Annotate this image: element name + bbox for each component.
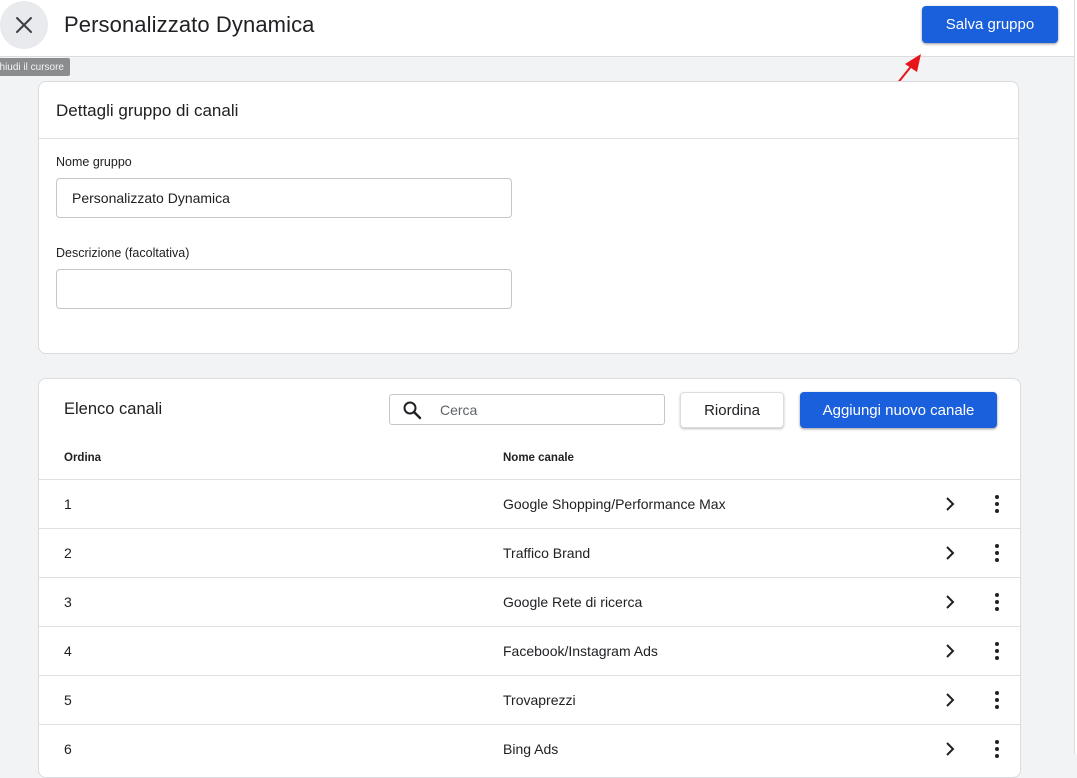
group-details-card: Dettagli gruppo di canali Nome gruppo De… <box>38 81 1019 354</box>
more-vert-icon[interactable] <box>987 542 1007 564</box>
table-row[interactable]: 6 Bing Ads <box>39 724 1020 773</box>
search-input[interactable] <box>440 395 660 424</box>
chevron-right-icon[interactable] <box>940 641 960 661</box>
row-channel-name: Bing Ads <box>503 741 559 757</box>
row-order: 3 <box>64 594 72 610</box>
chevron-right-icon[interactable] <box>940 494 960 514</box>
more-vert-icon[interactable] <box>987 493 1007 515</box>
row-channel-name: Google Shopping/Performance Max <box>503 496 726 512</box>
group-name-label: Nome gruppo <box>56 155 132 169</box>
more-vert-icon[interactable] <box>987 738 1007 760</box>
top-app-bar: Personalizzato Dynamica Salva gruppo <box>0 0 1077 57</box>
row-order: 4 <box>64 643 72 659</box>
row-order: 5 <box>64 692 72 708</box>
row-order: 1 <box>64 496 72 512</box>
column-header-order[interactable]: Ordina <box>64 452 101 464</box>
row-channel-name: Google Rete di ricerca <box>503 594 643 610</box>
more-vert-icon[interactable] <box>987 591 1007 613</box>
channel-list-title: Elenco canali <box>64 400 163 418</box>
row-channel-name: Trovaprezzi <box>503 692 576 708</box>
chevron-right-icon[interactable] <box>940 739 960 759</box>
reorder-button[interactable]: Riordina <box>680 392 784 428</box>
channel-table-body: 1 Google Shopping/Performance Max 2 Traf… <box>39 479 1020 773</box>
close-button[interactable] <box>0 1 48 49</box>
column-header-name[interactable]: Nome canale <box>503 452 574 464</box>
table-row[interactable]: 3 Google Rete di ricerca <box>39 577 1020 626</box>
row-channel-name: Facebook/Instagram Ads <box>503 643 658 659</box>
search-icon <box>403 401 422 420</box>
description-label: Descrizione (facoltativa) <box>56 246 190 260</box>
add-channel-button[interactable]: Aggiungi nuovo canale <box>800 392 997 428</box>
details-card-title: Dettagli gruppo di canali <box>39 82 1018 139</box>
more-vert-icon[interactable] <box>987 640 1007 662</box>
table-row[interactable]: 1 Google Shopping/Performance Max <box>39 479 1020 528</box>
table-row[interactable]: 4 Facebook/Instagram Ads <box>39 626 1020 675</box>
row-order: 2 <box>64 545 72 561</box>
more-vert-icon[interactable] <box>987 689 1007 711</box>
chevron-right-icon[interactable] <box>940 543 960 563</box>
tooltip-text: Chiudi il cursore <box>0 61 64 73</box>
description-field[interactable] <box>56 269 512 309</box>
group-name-field[interactable] <box>56 178 512 218</box>
row-order: 6 <box>64 741 72 757</box>
table-row[interactable]: 5 Trovaprezzi <box>39 675 1020 724</box>
close-icon <box>16 17 32 33</box>
save-group-button[interactable]: Salva gruppo <box>922 6 1058 43</box>
chevron-right-icon[interactable] <box>940 592 960 612</box>
table-row[interactable]: 2 Traffico Brand <box>39 528 1020 577</box>
channel-list-card: Elenco canali Riordina Aggiungi nuovo ca… <box>38 378 1021 778</box>
page-title: Personalizzato Dynamica <box>64 12 315 37</box>
chevron-right-icon[interactable] <box>940 690 960 710</box>
row-channel-name: Traffico Brand <box>503 545 591 561</box>
search-box[interactable] <box>389 394 665 425</box>
cursor-tooltip: Chiudi il cursore <box>0 58 70 76</box>
